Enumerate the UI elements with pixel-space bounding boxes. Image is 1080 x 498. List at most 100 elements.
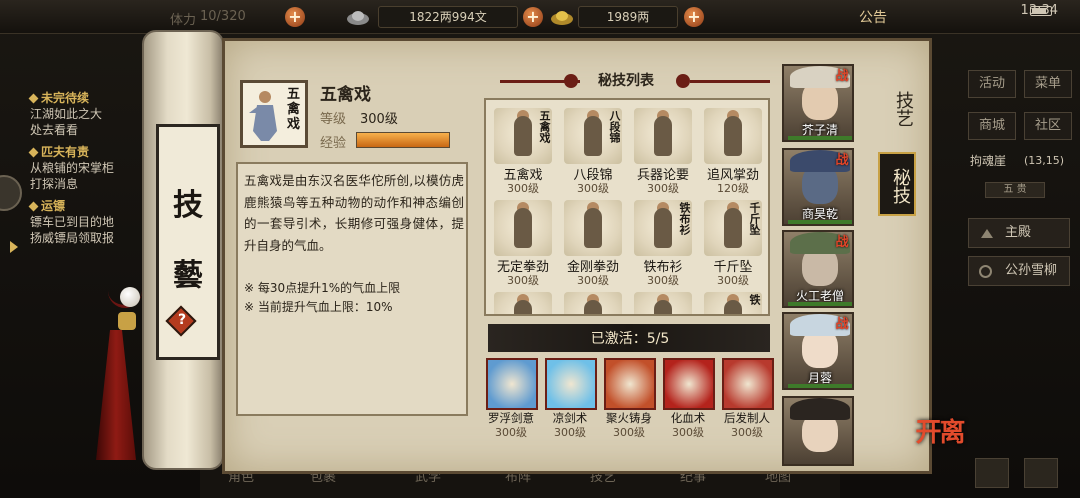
quest-line: 打探消息: [30, 177, 79, 191]
community-button[interactable]: 社区: [1024, 112, 1072, 140]
tab-secret-skills[interactable]: 秘技: [878, 152, 916, 216]
tab-crafts[interactable]: 技艺: [874, 76, 916, 142]
squad-member[interactable]: 主殿: [968, 218, 1070, 248]
add-capacity-button[interactable]: +: [285, 7, 305, 27]
quest-line: 镖车已到目的地: [30, 215, 115, 229]
skill-card-level: 300级: [507, 274, 539, 287]
squad-tab[interactable]: 五 贵: [985, 182, 1045, 198]
quest-item[interactable]: 运镖 镖车已到目的地 扬威镖局领取报: [28, 198, 150, 246]
skill-card-level: 300级: [647, 182, 679, 195]
quest-title: 未完待续: [41, 91, 90, 105]
character-portrait[interactable]: 战商昊乾: [782, 148, 854, 226]
skill-card[interactable]: 千斤坠 千斤坠 300级: [700, 196, 764, 287]
ribbon-knot: [676, 74, 690, 88]
selected-skill-icon: 五禽戏: [240, 80, 308, 148]
selected-skill-name: 五禽戏: [320, 85, 371, 105]
character-portrait[interactable]: 战火工老僧: [782, 230, 854, 308]
skill-card[interactable]: 无定拳劲 300级: [490, 196, 554, 287]
squad-member-name: 公孙雪柳: [1005, 263, 1058, 278]
shop-button[interactable]: 商城: [968, 112, 1016, 140]
skill-card[interactable]: [630, 288, 694, 314]
skill-card[interactable]: 八段锦 八段锦 300级: [560, 104, 624, 195]
skill-card-level: 120级: [717, 182, 749, 195]
skill-card[interactable]: 五禽戏 五禽戏 300级: [490, 104, 554, 195]
jade-bead: [120, 287, 140, 307]
skill-card-art: [564, 292, 622, 314]
skill-card[interactable]: 金刚拳劲 300级: [560, 196, 624, 287]
activated-skill[interactable]: 聚火铸身 300级: [602, 358, 656, 439]
activated-skill-art: [663, 358, 715, 410]
skill-card-level: 300级: [647, 274, 679, 287]
bottom-right-button[interactable]: [975, 458, 1009, 488]
announcement-button[interactable]: 公告: [859, 7, 887, 27]
skill-icon-glyph: 五禽戏: [287, 87, 301, 132]
location-name: 拘魂崖: [970, 154, 1007, 168]
skill-card-art: 五禽戏: [494, 108, 552, 164]
activated-skill-level: 300级: [554, 426, 586, 439]
skill-card[interactable]: 铁: [700, 288, 764, 314]
skill-card[interactable]: [490, 288, 554, 314]
skill-card-glyph: 铁布衫: [678, 202, 691, 235]
character-portrait[interactable]: 战月蓉: [782, 312, 854, 390]
skill-card-art: [494, 292, 552, 314]
activated-skill-level: 300级: [672, 426, 704, 439]
ingot-icon: [346, 7, 370, 27]
exp-bar-fill: [357, 133, 449, 147]
activated-skill[interactable]: 凉剑术 300级: [543, 358, 597, 439]
leave-button[interactable]: 离开: [911, 418, 965, 468]
skill-card[interactable]: 兵器论要 300级: [630, 104, 694, 195]
character-hp-bar: [788, 302, 852, 306]
diamond-icon: [28, 93, 39, 104]
squad-member[interactable]: 公孙雪柳: [968, 256, 1070, 286]
character-portrait[interactable]: 战芥子清: [782, 64, 854, 142]
money-display: 1822两994文: [378, 6, 518, 28]
skill-card[interactable]: [560, 288, 624, 314]
activated-skill[interactable]: 化血术 300级: [661, 358, 715, 439]
add-gold-button[interactable]: +: [684, 7, 704, 27]
skill-grid[interactable]: 五禽戏 五禽戏 300级 八段锦 八段锦 300级 兵器论要 300级 追风掌劲 120级无定拳劲…: [484, 98, 770, 316]
skill-card-art: [494, 200, 552, 256]
skill-card[interactable]: 铁布衫 铁布衫 300级: [630, 196, 694, 287]
skill-card-art: [564, 200, 622, 256]
character-portrait[interactable]: [782, 396, 854, 466]
menu-button[interactable]: 菜单: [1024, 70, 1072, 98]
skill-card[interactable]: 追风掌劲 120级: [700, 104, 764, 195]
add-money-button[interactable]: +: [523, 7, 543, 27]
quest-line: 处去看看: [30, 123, 79, 137]
expand-arrow-icon[interactable]: [10, 241, 18, 253]
quest-title: 匹夫有责: [41, 145, 90, 159]
bottom-right-button[interactable]: [1024, 458, 1058, 488]
scroll-title-char: 藝: [173, 258, 203, 293]
skill-card-level: 300级: [577, 182, 609, 195]
diamond-icon: [28, 147, 39, 158]
triangle-icon: [981, 229, 993, 238]
in-battle-badge: 战: [835, 235, 849, 250]
character-hp-bar: [788, 384, 852, 388]
skill-card-glyph: 五禽戏: [538, 110, 551, 143]
in-battle-badge: 战: [835, 317, 849, 332]
level-label: 等级: [320, 112, 347, 127]
title-ribbon: [690, 80, 770, 83]
activated-skill[interactable]: 罗浮剑意 300级: [484, 358, 538, 439]
help-mark[interactable]: ?: [171, 309, 193, 331]
skill-card-art: 铁: [704, 292, 762, 314]
quest-item[interactable]: 匹夫有责 从粮铺的宋掌柜 打探消息: [28, 144, 150, 192]
activated-skill-art: [604, 358, 656, 410]
in-battle-badge: 战: [835, 69, 849, 84]
skill-card-art: 铁布衫: [634, 200, 692, 256]
level-value: 300级: [360, 112, 398, 127]
character-hp-bar: [788, 220, 852, 224]
squad-member-name: 主殿: [1005, 225, 1032, 240]
gold-knot: [118, 312, 136, 330]
quest-log[interactable]: 未完待续 江湖如此之大 处去看看 匹夫有责 从粮铺的宋掌柜 打探消息 运镖 镖车…: [28, 90, 150, 246]
battery-icon: [1030, 6, 1052, 16]
activity-button[interactable]: 活动: [968, 70, 1016, 98]
skill-card-art: [634, 108, 692, 164]
activated-count: 已激活：5/5: [590, 331, 670, 347]
activated-skill-level: 300级: [495, 426, 527, 439]
activated-skill[interactable]: 后发制人 300级: [720, 358, 774, 439]
skill-card-art: [704, 108, 762, 164]
quest-line: 江湖如此之大: [30, 107, 103, 121]
quest-item[interactable]: 未完待续 江湖如此之大 处去看看: [28, 90, 150, 138]
gold-display: 1989两: [578, 6, 678, 28]
